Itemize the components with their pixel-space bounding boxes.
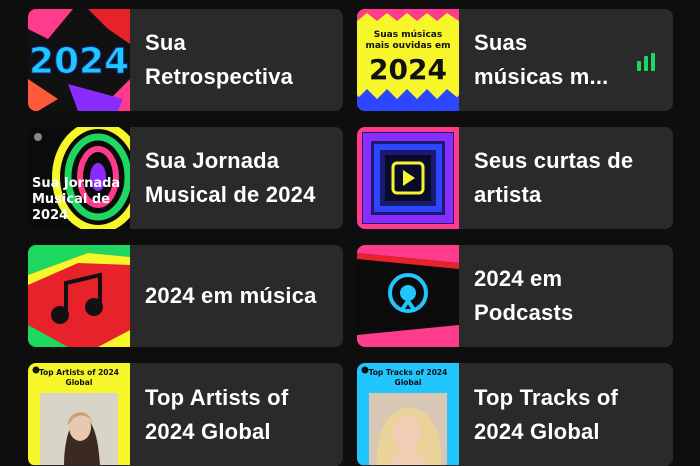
playlist-card-artist-shorts[interactable]: Seus curtas de artista <box>357 127 673 229</box>
top-songs-cover-year: 2024 <box>369 53 447 86</box>
playlist-card-retrospective[interactable]: 2024 Sua Retrospectiva <box>28 9 343 111</box>
top-songs-cover: Suas músicas mais ouvidas em 2024 <box>357 9 459 111</box>
retrospective-cover-year: 2024 <box>29 41 129 82</box>
journey-cover-line-3: 2024 <box>32 208 68 223</box>
retrospective-title: Sua Retrospectiva <box>145 9 333 111</box>
top-artists-cover-line-1: Top Artists of 2024 <box>39 368 119 377</box>
playlist-card-journey[interactable]: Sua Jornada Musical de 2024 Sua Jornada … <box>28 127 343 229</box>
top-songs-cover-line-1: Suas músicas <box>374 30 442 40</box>
journey-title: Sua Jornada Musical de 2024 <box>145 127 333 229</box>
retrospective-title-line-1: Sua <box>145 30 186 55</box>
journey-cover: Sua Jornada Musical de 2024 <box>28 127 130 229</box>
top-songs-title-line-1: Suas <box>474 30 528 55</box>
top-songs-title: Suas músicas m... <box>474 9 663 111</box>
playlist-card-2024-music[interactable]: 2024 em música <box>28 245 343 347</box>
top-artists-cover: Top Artists of 2024 Global <box>28 363 130 465</box>
top-tracks-cover: Top Tracks of 2024 Global <box>357 363 459 465</box>
playlist-card-top-songs[interactable]: Suas músicas mais ouvidas em 2024 Suas m… <box>357 9 673 111</box>
top-artists-title-line-2: 2024 Global <box>145 418 271 444</box>
top-tracks-cover-line-1: Top Tracks of 2024 <box>369 368 448 377</box>
top-tracks-title: Top Tracks of 2024 Global <box>474 363 663 466</box>
journey-cover-line-1: Sua Jornada <box>32 176 120 191</box>
retrospective-title-line-2: Retrospectiva <box>145 64 294 89</box>
playlist-card-top-tracks[interactable]: Top Tracks of 2024 Global Top Tracks of … <box>357 363 673 466</box>
playlist-card-top-artists[interactable]: Top Artists of 2024 Global Top Artists o… <box>28 363 343 466</box>
now-playing-equalizer-icon <box>637 53 657 71</box>
artist-shorts-title: Seus curtas de artista <box>474 127 663 229</box>
top-songs-title-line-2: músicas m... <box>474 64 609 89</box>
artist-shorts-title-line-1: Seus curtas de <box>474 148 634 173</box>
top-artists-title-line-1: Top Artists of <box>145 384 289 410</box>
2024-podcasts-title-line-1: 2024 em <box>474 266 563 291</box>
top-tracks-cover-line-2: Global <box>395 378 422 387</box>
top-artists-cover-line-2: Global <box>66 378 93 387</box>
2024-music-cover <box>28 245 130 347</box>
2024-podcasts-title-line-2: Podcasts <box>474 300 574 325</box>
2024-podcasts-title: 2024 em Podcasts <box>474 245 663 347</box>
journey-title-line-2: Musical de 2024 <box>145 182 316 207</box>
artist-shorts-title-line-2: artista <box>474 182 542 207</box>
journey-cover-line-2: Musical de <box>32 192 110 207</box>
journey-title-line-1: Sua Jornada <box>145 148 280 173</box>
2024-podcasts-cover <box>357 245 459 347</box>
2024-music-title-line-1: 2024 em música <box>145 283 317 308</box>
playlist-card-2024-podcasts[interactable]: 2024 em Podcasts <box>357 245 673 347</box>
top-tracks-title-line-1: Top Tracks of <box>474 384 618 410</box>
top-songs-cover-line-2: mais ouvidas em <box>365 41 450 51</box>
top-tracks-title-line-2: 2024 Global <box>474 418 600 444</box>
top-artists-title: Top Artists of 2024 Global <box>145 363 333 466</box>
2024-music-title: 2024 em música <box>145 245 333 347</box>
artist-shorts-cover <box>357 127 459 229</box>
retrospective-cover: 2024 <box>28 9 130 111</box>
